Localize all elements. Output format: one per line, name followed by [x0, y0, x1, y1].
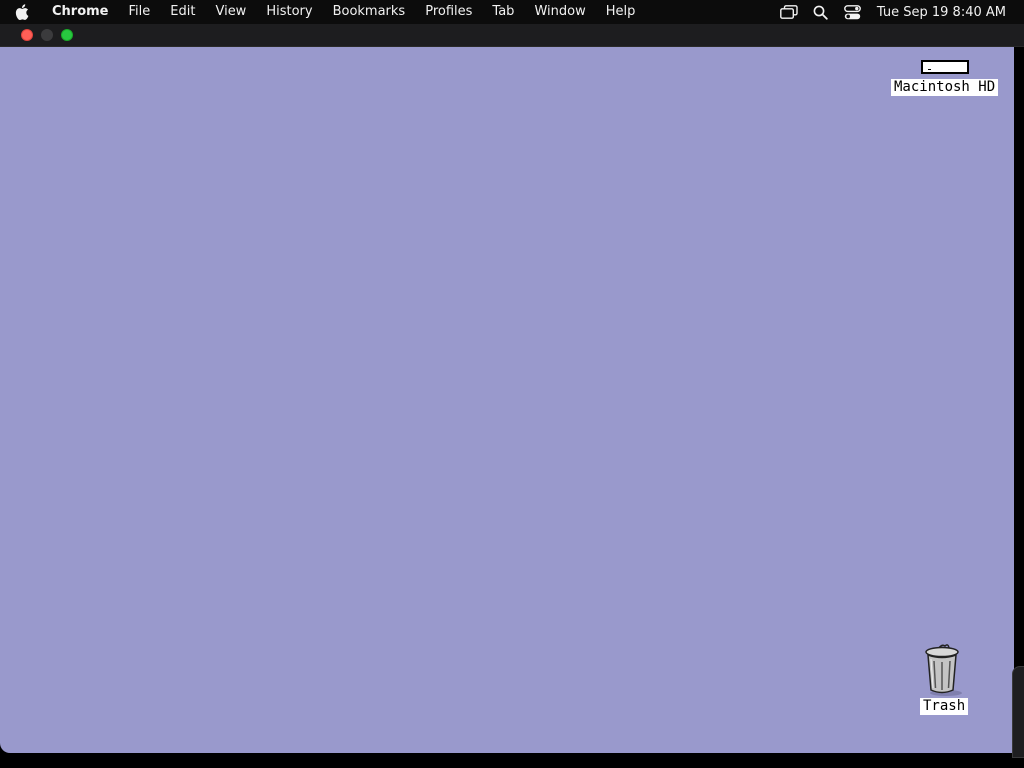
apple-icon: [15, 4, 29, 20]
dock-edge: [1012, 666, 1024, 758]
emulator-desktop[interactable]: [0, 47, 1014, 753]
menu-edit[interactable]: Edit: [160, 0, 205, 24]
macintosh-hd-desktop-icon[interactable]: Macintosh HD: [891, 60, 999, 96]
menu-bookmarks[interactable]: Bookmarks: [323, 0, 416, 24]
menu-app-name[interactable]: Chrome: [44, 0, 119, 24]
window-close-button[interactable]: [21, 29, 33, 41]
menu-profiles[interactable]: Profiles: [415, 0, 482, 24]
hard-drive-icon: [920, 60, 969, 74]
macintosh-hd-label: Macintosh HD: [891, 79, 999, 96]
trash-icon: [925, 644, 963, 696]
search-icon[interactable]: [805, 0, 837, 24]
trash-desktop-icon[interactable]: Trash: [920, 644, 969, 715]
window-maximize-button[interactable]: [61, 29, 73, 41]
menu-bar: Chrome File Edit View History Bookmarks …: [0, 0, 1024, 24]
menu-view[interactable]: View: [205, 0, 256, 24]
menu-history[interactable]: History: [256, 0, 322, 24]
control-center-icon[interactable]: [837, 0, 869, 24]
trash-label: Trash: [920, 698, 969, 715]
window-minimize-button[interactable]: [41, 29, 53, 41]
menu-help[interactable]: Help: [596, 0, 646, 24]
menu-window[interactable]: Window: [524, 0, 595, 24]
window-title-bar: [0, 24, 1024, 47]
menu-file[interactable]: File: [119, 0, 161, 24]
apple-menu[interactable]: [0, 4, 44, 20]
screen-mirroring-icon[interactable]: [773, 0, 805, 24]
menu-bar-clock[interactable]: Tue Sep 19 8:40 AM: [869, 5, 1016, 20]
menu-tab[interactable]: Tab: [482, 0, 524, 24]
